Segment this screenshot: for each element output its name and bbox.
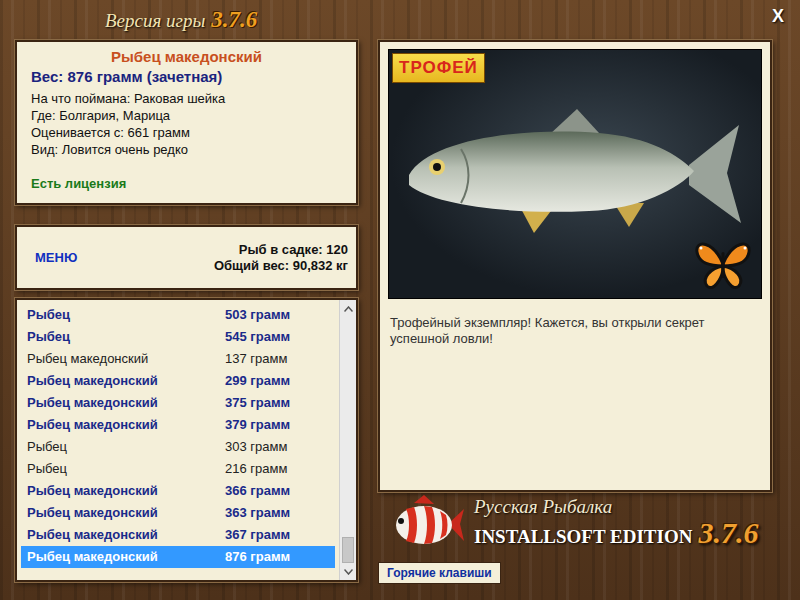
catch-weight: 366 грамм <box>225 481 290 501</box>
catch-name: Рыбец македонский <box>27 525 225 545</box>
total-weight: Общий вес: 90,832 кг <box>214 258 348 274</box>
fish-showcase-panel: ТРОФЕЙ Трофейный экземпляр! Кажется, вы о… <box>378 40 772 492</box>
summary-panel: МЕНЮ Рыб в садке: 120Общий вес: 90,832 кг <box>15 225 358 290</box>
catch-row-content: Рыбец503 грамм <box>27 305 329 325</box>
catch-row[interactable]: Рыбец македонский366 грамм <box>21 480 335 502</box>
fish-detail: На что поймана: Раковая шейка <box>31 90 342 107</box>
catch-row-content: Рыбец македонский137 грамм <box>27 349 329 369</box>
catch-row[interactable]: Рыбец македонский137 грамм <box>21 348 335 370</box>
catch-row-content: Рыбец македонский363 грамм <box>27 503 329 523</box>
catch-rows: Рыбец503 граммРыбец545 граммРыбец македо… <box>17 300 339 580</box>
catch-weight: 303 грамм <box>225 437 287 457</box>
catch-name: Рыбец македонский <box>27 371 225 391</box>
catch-row[interactable]: Рыбец216 грамм <box>21 458 335 480</box>
fish-count: Рыб в садке: 120 <box>214 242 348 258</box>
logo-edition: INSTALLSOFT EDITION <box>474 526 692 547</box>
catch-list: Рыбец503 граммРыбец545 граммРыбец македо… <box>15 298 358 582</box>
catch-name: Рыбец <box>27 437 225 457</box>
scroll-up-button[interactable] <box>340 300 356 317</box>
catch-name: Рыбец македонский <box>27 415 225 435</box>
logo-fish-icon <box>390 495 464 553</box>
catch-row[interactable]: Рыбец303 грамм <box>21 436 335 458</box>
hotkeys-row: Горячие клавиши <box>378 556 772 584</box>
catch-name: Рыбец <box>27 327 225 347</box>
catch-row[interactable]: Рыбец македонский367 грамм <box>21 524 335 546</box>
catch-row-content: Рыбец македонский299 грамм <box>27 371 329 391</box>
catch-weight: 503 грамм <box>225 305 290 325</box>
catch-weight: 375 грамм <box>225 393 290 413</box>
main-area: Рыбец македонскийВес: 876 грамм (зачетна… <box>0 40 800 584</box>
arrow-down-icon <box>344 569 353 575</box>
scroll-track[interactable] <box>340 317 356 563</box>
right-column: ТРОФЕЙ Трофейный экземпляр! Кажется, вы о… <box>378 40 772 584</box>
trophy-message: Трофейный экземпляр! Кажется, вы открыли… <box>388 315 762 347</box>
trophy-badge: ТРОФЕЙ <box>392 53 485 83</box>
catch-name: Рыбец македонский <box>27 481 225 501</box>
fish-detail: Оценивается с: 661 грамм <box>31 124 342 141</box>
menu-button[interactable]: МЕНЮ <box>35 248 77 268</box>
catch-row-content: Рыбец македонский366 грамм <box>27 481 329 501</box>
fish-weight: Вес: 876 грамм (зачетная) <box>31 67 342 87</box>
catch-row-content: Рыбец македонский367 грамм <box>27 525 329 545</box>
arrow-up-icon <box>344 306 353 312</box>
hotkeys-button[interactable]: Горячие клавиши <box>378 562 501 584</box>
catch-weight: 379 грамм <box>225 415 290 435</box>
catch-row-content: Рыбец македонский375 грамм <box>27 393 329 413</box>
game-logo: Русская Рыбалка INSTALLSOFT EDITION 3.7.6 <box>378 492 794 556</box>
catch-row-content: Рыбец216 грамм <box>27 459 329 479</box>
left-column: Рыбец македонскийВес: 876 грамм (зачетна… <box>15 40 358 584</box>
logo-text: Русская Рыбалка INSTALLSOFT EDITION 3.7.6 <box>474 496 758 552</box>
scrollbar[interactable] <box>339 300 356 580</box>
catch-name: Рыбец македонский <box>27 547 225 567</box>
butterfly-icon <box>693 238 753 292</box>
catch-name: Рыбец македонский <box>27 393 225 413</box>
catch-row[interactable]: Рыбец македонский379 грамм <box>21 414 335 436</box>
scroll-thumb[interactable] <box>342 537 354 563</box>
keepnet-stats: Рыб в садке: 120Общий вес: 90,832 кг <box>214 242 348 274</box>
catch-name: Рыбец македонский <box>27 349 225 369</box>
catch-weight: 545 грамм <box>225 327 290 347</box>
catch-weight: 216 грамм <box>225 459 287 479</box>
catch-name: Рыбец македонский <box>27 503 225 523</box>
catch-row[interactable]: Рыбец545 грамм <box>21 326 335 348</box>
catch-weight: 876 грамм <box>225 547 290 567</box>
catch-row[interactable]: Рыбец македонский299 грамм <box>21 370 335 392</box>
license-status: Есть лицензия <box>31 174 342 194</box>
fish-figure-icon <box>399 105 744 245</box>
fish-detail: Вид: Ловится очень редко <box>31 141 342 158</box>
fish-info-panel: Рыбец македонскийВес: 876 грамм (зачетна… <box>15 40 358 205</box>
catch-row[interactable]: Рыбец македонский375 грамм <box>21 392 335 414</box>
title-text: Версия игры <box>105 10 205 31</box>
close-button[interactable]: X <box>768 6 788 28</box>
catch-weight: 367 грамм <box>225 525 290 545</box>
catch-row-content: Рыбец545 грамм <box>27 327 329 347</box>
catch-row-content: Рыбец303 грамм <box>27 437 329 457</box>
title-bar: Версия игры 3.7.6 X <box>0 0 800 40</box>
title-version: 3.7.6 <box>211 7 257 32</box>
logo-title: Русская Рыбалка <box>474 496 758 518</box>
catch-name: Рыбец <box>27 305 225 325</box>
fish-detail: Где: Болгария, Марица <box>31 107 342 124</box>
catch-weight: 363 грамм <box>225 503 290 523</box>
catch-row[interactable]: Рыбец македонский363 грамм <box>21 502 335 524</box>
catch-weight: 299 грамм <box>225 371 290 391</box>
catch-row-content: Рыбец македонский876 грамм <box>27 547 329 567</box>
fish-photo: ТРОФЕЙ <box>388 49 762 299</box>
catch-row[interactable]: Рыбец македонский876 грамм <box>21 546 335 568</box>
logo-version: 3.7.6 <box>698 516 758 549</box>
catch-name: Рыбец <box>27 459 225 479</box>
scroll-down-button[interactable] <box>340 563 356 580</box>
catch-weight: 137 грамм <box>225 349 287 369</box>
catch-row-content: Рыбец македонский379 грамм <box>27 415 329 435</box>
logo-edition-line: INSTALLSOFT EDITION 3.7.6 <box>474 518 758 552</box>
fish-name: Рыбец македонский <box>31 47 342 67</box>
catch-row[interactable]: Рыбец503 грамм <box>21 304 335 326</box>
window-title: Версия игры 3.7.6 <box>105 3 257 38</box>
